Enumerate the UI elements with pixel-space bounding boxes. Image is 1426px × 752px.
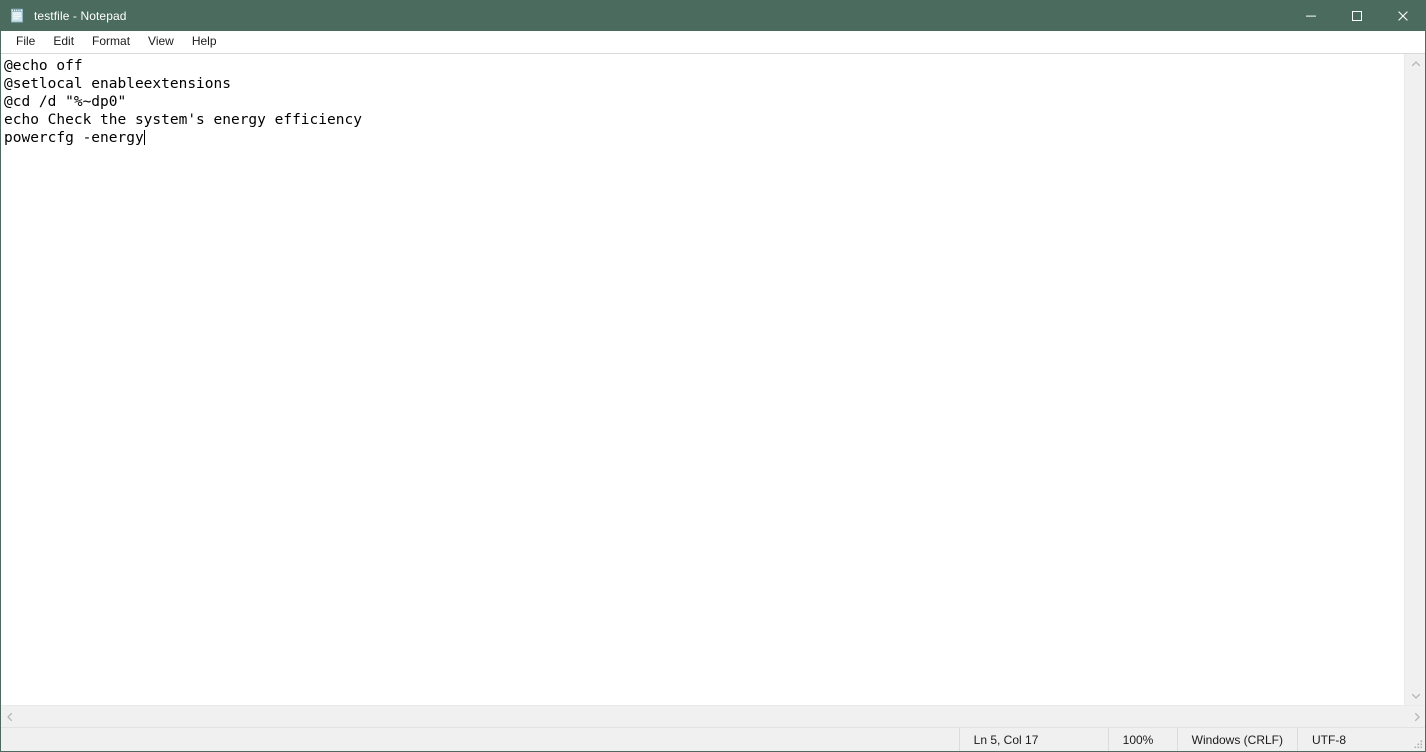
text-editor[interactable]: @echo off @setlocal enableextensions @cd…	[0, 54, 1404, 705]
menu-item-edit[interactable]: Edit	[44, 32, 83, 52]
status-bar-spacer	[0, 728, 959, 752]
window-controls	[1288, 0, 1426, 31]
minimize-icon	[1306, 15, 1316, 17]
status-encoding[interactable]: UTF-8	[1297, 728, 1426, 752]
editor-area: @echo off @setlocal enableextensions @cd…	[0, 53, 1426, 705]
menu-item-view[interactable]: View	[139, 32, 183, 52]
close-icon	[1398, 10, 1408, 21]
menu-item-file[interactable]: File	[7, 32, 44, 52]
scroll-right-button[interactable]	[1407, 706, 1426, 727]
status-line-ending[interactable]: Windows (CRLF)	[1176, 728, 1297, 752]
menu-item-help[interactable]: Help	[183, 32, 226, 52]
title-bar[interactable]: testfile - Notepad	[0, 0, 1426, 31]
scroll-up-button[interactable]	[1405, 54, 1426, 73]
vertical-scroll-track[interactable]	[1405, 73, 1426, 686]
notepad-window: testfile - Notepad File Edit Format View…	[0, 0, 1426, 752]
chevron-left-icon	[6, 712, 12, 721]
menu-item-format[interactable]: Format	[83, 32, 139, 52]
text-caret	[143, 130, 145, 145]
editor-text-content: @echo off @setlocal enableextensions @cd…	[4, 58, 362, 146]
vertical-scrollbar[interactable]	[1404, 54, 1426, 705]
menu-bar: File Edit Format View Help	[0, 31, 1426, 53]
status-zoom-level[interactable]: 100%	[1107, 728, 1177, 752]
horizontal-scroll-track[interactable]	[19, 706, 1407, 727]
status-cursor-position[interactable]: Ln 5, Col 17	[958, 728, 1108, 752]
chevron-up-icon	[1411, 60, 1420, 66]
horizontal-scrollbar[interactable]	[0, 705, 1426, 728]
status-bar: Ln 5, Col 17 100% Windows (CRLF) UTF-8	[0, 728, 1426, 752]
notepad-icon	[9, 7, 25, 24]
minimize-button[interactable]	[1288, 0, 1334, 31]
maximize-icon	[1352, 10, 1362, 21]
window-title: testfile - Notepad	[34, 8, 127, 23]
chevron-down-icon	[1411, 693, 1420, 699]
close-button[interactable]	[1380, 0, 1426, 31]
maximize-button[interactable]	[1334, 0, 1380, 31]
scroll-left-button[interactable]	[0, 706, 19, 727]
scroll-down-button[interactable]	[1405, 686, 1426, 705]
editor-content[interactable]: @echo off @setlocal enableextensions @cd…	[4, 57, 1404, 147]
title-bar-left: testfile - Notepad	[0, 7, 1288, 24]
chevron-right-icon	[1414, 712, 1420, 721]
